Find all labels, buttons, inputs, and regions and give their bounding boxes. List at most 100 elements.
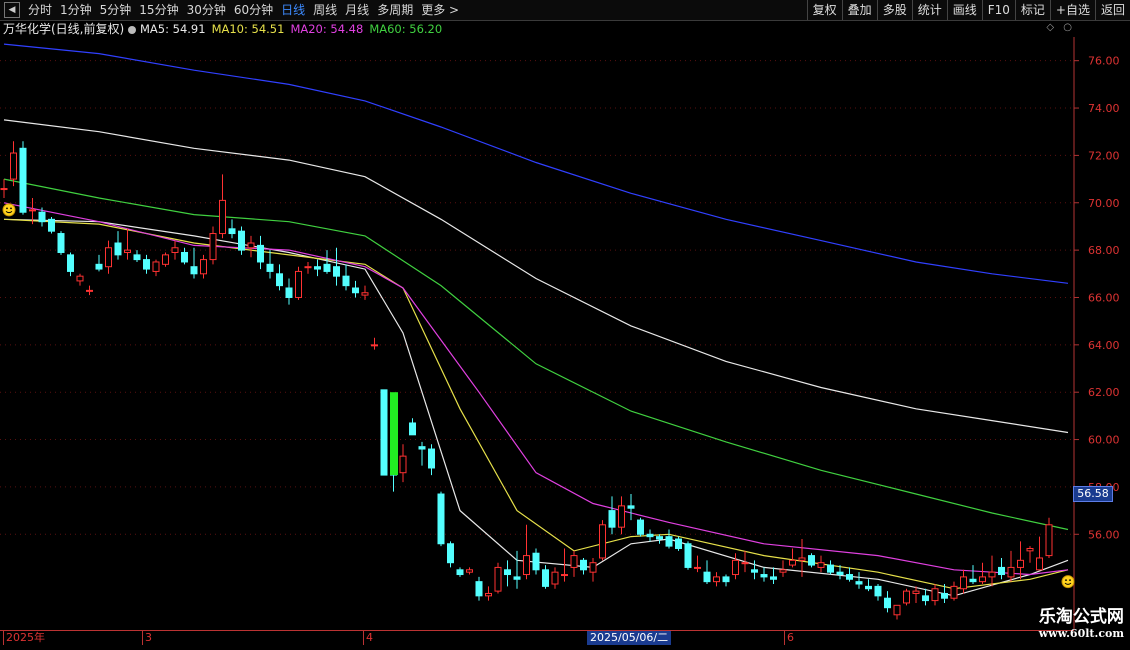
candle-body [304, 266, 312, 269]
y-tick-label: 74.00 [1088, 102, 1120, 115]
candle-body [903, 590, 910, 604]
smiley-eye-icon [1065, 579, 1067, 582]
candle-body [827, 564, 834, 573]
candle-body [694, 566, 701, 569]
candle-body [808, 555, 815, 566]
candle-body [19, 147, 27, 213]
period-tab-9[interactable]: 多周期 [373, 0, 417, 20]
limit-down-candle [390, 392, 398, 476]
candle-body [276, 273, 283, 287]
candle-body [456, 569, 464, 576]
period-tab-4[interactable]: 30分钟 [183, 0, 230, 20]
candle-body [656, 536, 663, 540]
candle-body [133, 254, 141, 261]
toolbar-button-5[interactable]: F10 [981, 0, 1015, 20]
candle-body [836, 571, 844, 576]
candle-body [760, 574, 768, 578]
kline-chart[interactable]: 56.0058.0060.0062.0064.0066.0068.0070.00… [0, 20, 1130, 630]
toolbar-button-2[interactable]: 多股 [876, 0, 912, 20]
candle-body [779, 569, 787, 573]
candle-body [1036, 557, 1043, 571]
candle-body [247, 242, 255, 249]
candle-body [228, 228, 236, 235]
toolbar-button-0[interactable]: 复权 [806, 0, 842, 20]
y-tick-label: 70.00 [1088, 197, 1120, 210]
candle-body [171, 247, 179, 253]
smiley-eye-icon [10, 207, 12, 210]
candle-body [38, 211, 46, 223]
ma-line-ma250 [3, 43, 1069, 284]
back-arrow-icon[interactable]: ◀ [4, 2, 20, 18]
candle-body [76, 275, 84, 282]
candle-body [874, 585, 882, 597]
candle-body [979, 576, 986, 583]
candle-body [703, 571, 711, 583]
candle-body [219, 199, 226, 235]
period-tab-1[interactable]: 1分钟 [56, 0, 96, 20]
candle-body [105, 247, 112, 268]
period-tab-0[interactable]: 分时 [24, 0, 56, 20]
date-axis: 2025/05/06/二 2025年 3 4 6 [0, 630, 1074, 645]
candle-body [466, 569, 473, 573]
candle-body [437, 493, 445, 545]
candle-body [475, 581, 483, 597]
candle-body [741, 562, 749, 565]
y-tick-label: 68.00 [1088, 244, 1120, 257]
period-tab-6[interactable]: 日线 [277, 0, 309, 20]
candle-body [893, 604, 901, 616]
candle-body [0, 188, 8, 191]
candle-body [1026, 547, 1034, 552]
period-tab-8[interactable]: 月线 [341, 0, 373, 20]
toolbar-button-4[interactable]: 画线 [946, 0, 982, 20]
y-tick-label: 72.00 [1088, 149, 1120, 162]
candle-body [371, 344, 378, 347]
candle-body [589, 562, 597, 573]
toolbar-button-3[interactable]: 统计 [911, 0, 947, 20]
smiley-eye-icon [6, 207, 8, 210]
period-tab-2[interactable]: 5分钟 [96, 0, 136, 20]
candle-body [618, 505, 625, 528]
candle-body [580, 559, 587, 571]
candle-body [485, 592, 492, 597]
candle-body [1007, 566, 1015, 578]
candle-body [523, 555, 530, 576]
candle-body [941, 592, 948, 599]
watermark: 乐淘公式网 www.60lt.com [1039, 607, 1124, 640]
candle-body [599, 524, 606, 559]
candle-body [751, 569, 758, 573]
candle-body [200, 259, 207, 275]
toolbar-button-7[interactable]: +自选 [1049, 0, 1095, 20]
candle-body [513, 576, 521, 580]
toolbar-button-8[interactable]: 返回 [1094, 0, 1130, 20]
toolbar-button-6[interactable]: 标记 [1014, 0, 1050, 20]
candle-body [181, 251, 188, 263]
candle-body [67, 254, 74, 272]
candle-body [295, 270, 302, 298]
period-tab-10[interactable]: 更多 > [417, 0, 463, 20]
candle-body [285, 287, 293, 298]
candle-body [969, 578, 977, 583]
tool-buttons: 复权 叠加 多股 统计 画线 F10 标记 +自选 返回 [806, 0, 1130, 20]
date-label-3: 6 [784, 631, 794, 645]
candle-body [342, 275, 350, 287]
y-tick-label: 60.00 [1088, 434, 1120, 447]
candle-body [257, 244, 264, 263]
candle-body [532, 552, 540, 571]
candle-body [960, 576, 967, 590]
period-tabs: ◀ 分时 1分钟 5分钟 15分钟 30分钟 60分钟 日线 周线 月线 多周期 更多 > [0, 0, 463, 20]
toolbar-button-1[interactable]: 叠加 [841, 0, 877, 20]
candle-body [10, 152, 17, 180]
candle-body [162, 254, 169, 265]
candle-body [361, 292, 369, 296]
candle-body [428, 448, 435, 469]
period-tab-7[interactable]: 周线 [309, 0, 341, 20]
ma-line-ma120 [3, 119, 1069, 434]
cursor-date: 2025/05/06/二 [587, 631, 672, 645]
candle-body [57, 233, 65, 253]
period-tab-5[interactable]: 60分钟 [230, 0, 277, 20]
period-tab-3[interactable]: 15分钟 [135, 0, 182, 20]
candle-body [399, 455, 407, 474]
date-label-2: 4 [363, 631, 373, 645]
candle-body [1017, 559, 1024, 568]
smiley-icon [2, 203, 16, 217]
